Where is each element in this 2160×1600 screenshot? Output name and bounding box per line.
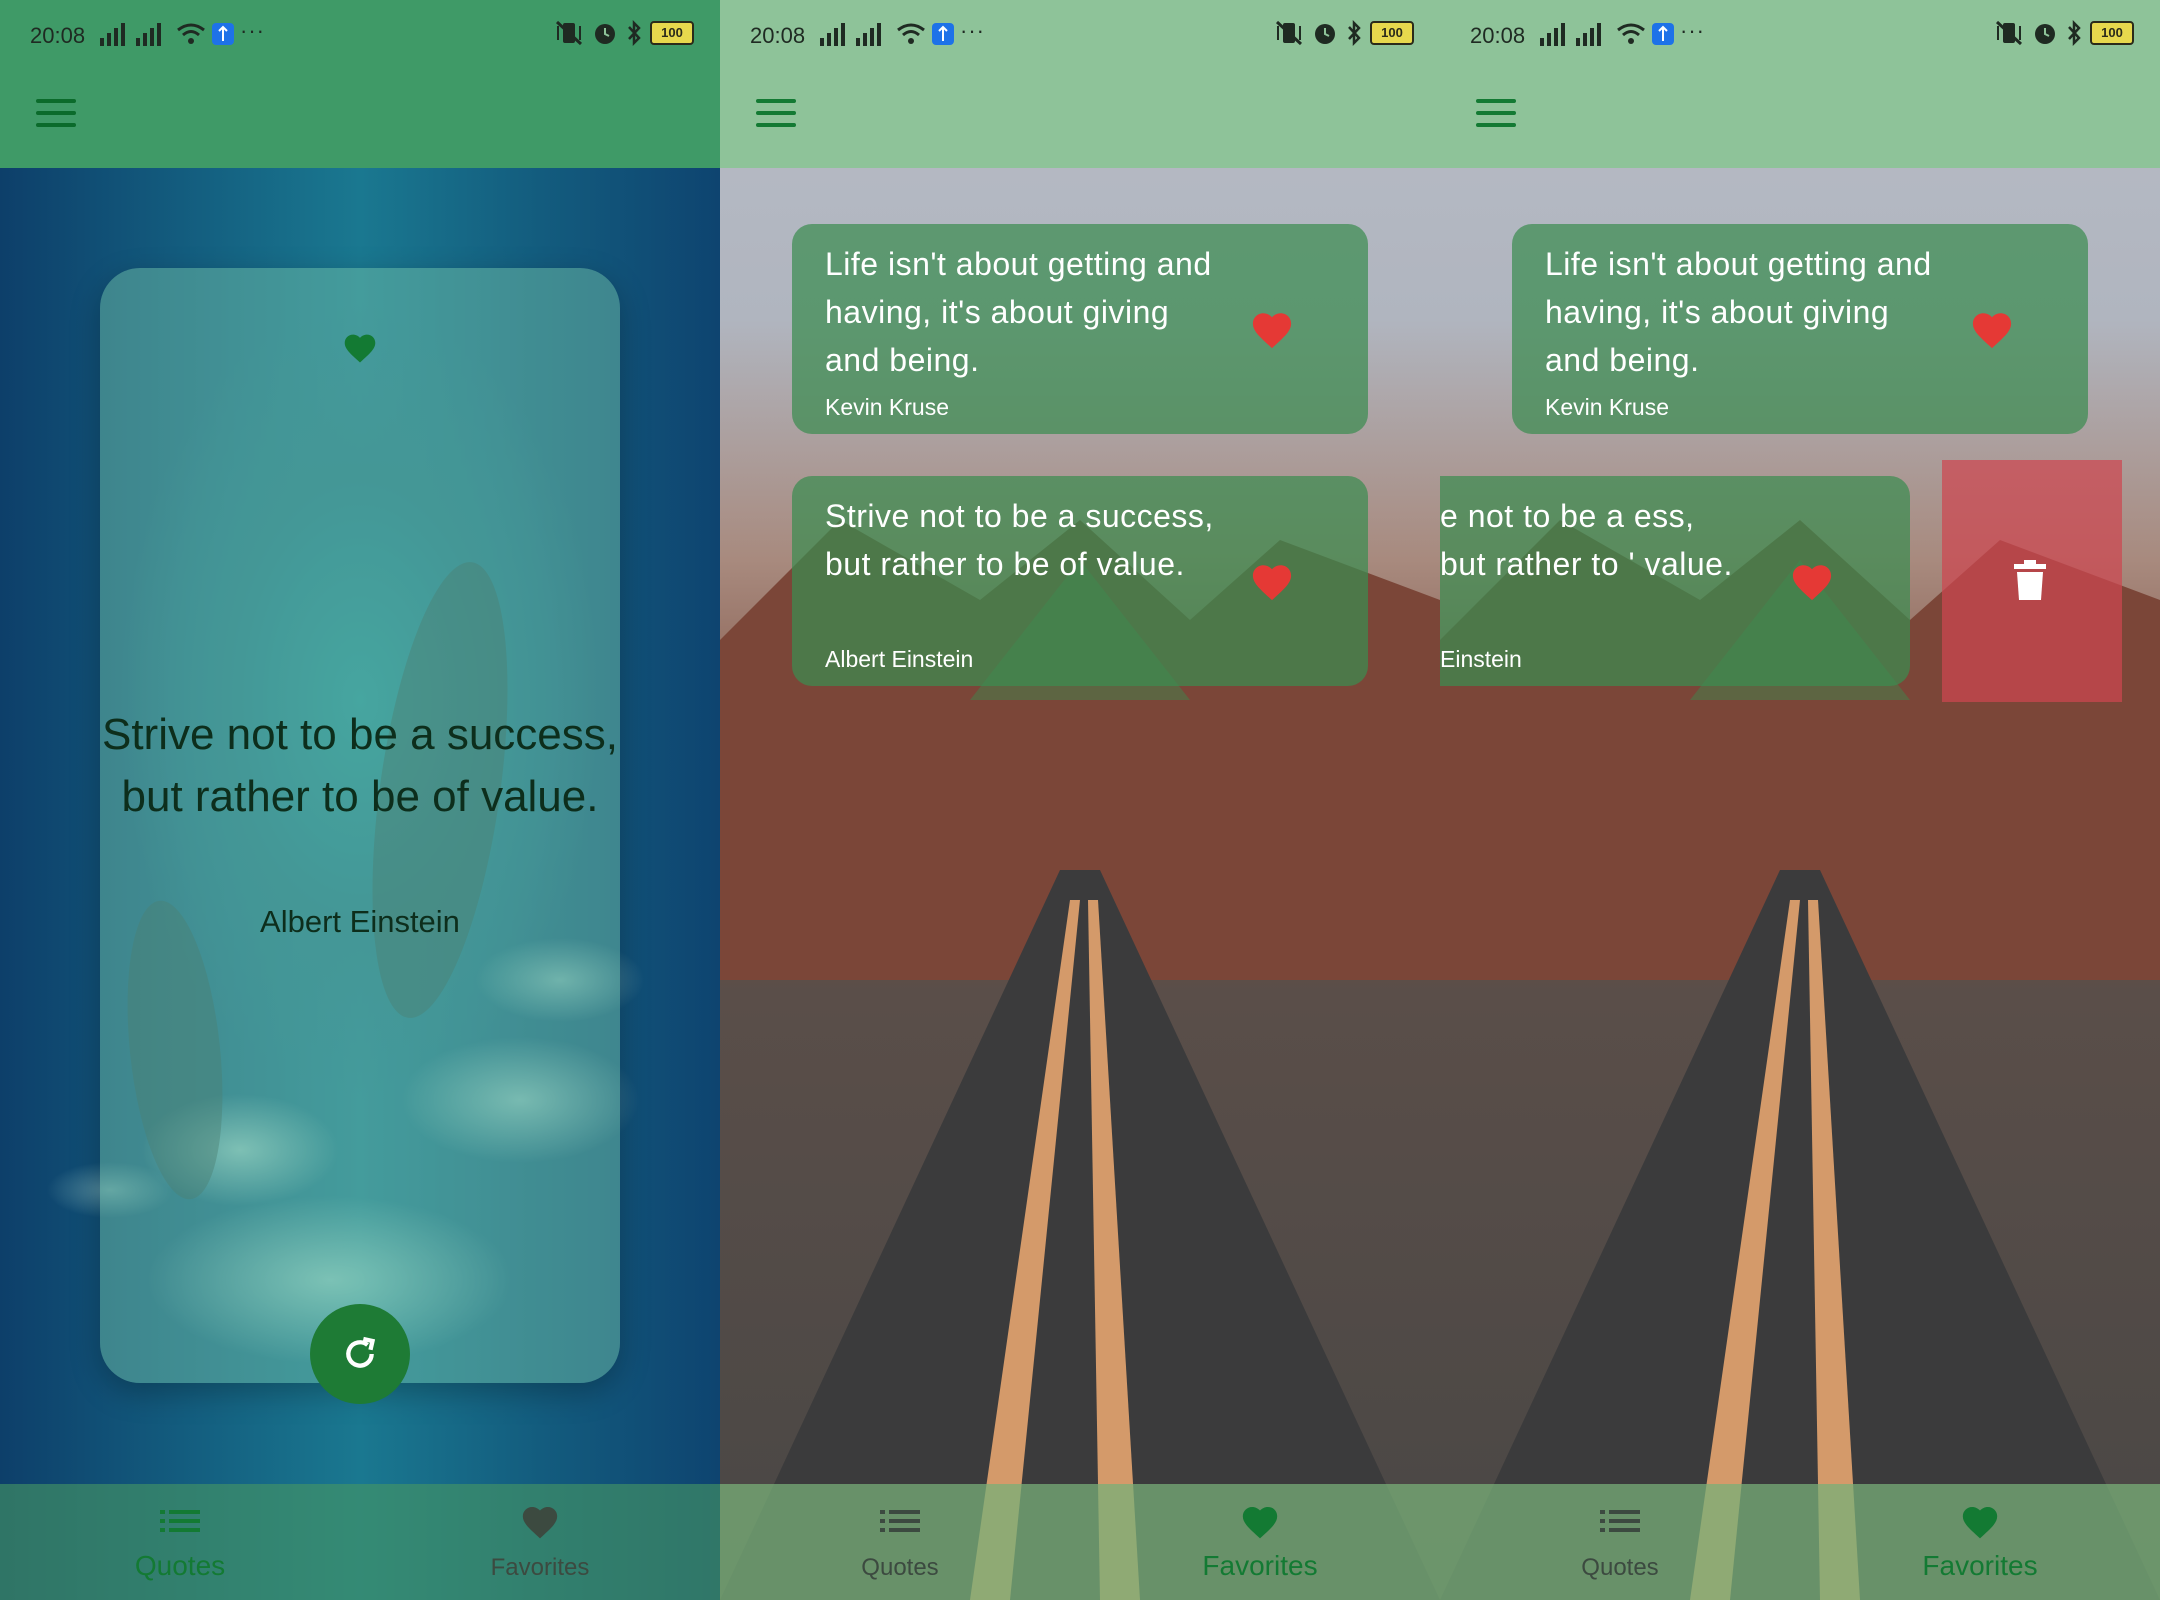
nav-favorites[interactable]: Favorites: [360, 1484, 720, 1600]
more-indicator: ···: [240, 18, 265, 43]
vibrate-off-icon: [1995, 20, 2023, 46]
bottom-navigation: Quotes Favorites: [1440, 1484, 2160, 1600]
notification-icon: [212, 23, 234, 45]
favorite-quote-author: Albert Einstein: [825, 646, 974, 672]
favorite-quote-author: Einstein: [1440, 646, 1522, 672]
favorite-quote-text: Life isn't about getting and having, it'…: [1545, 246, 1932, 378]
swipe-delete-background[interactable]: [1942, 460, 2122, 702]
nav-favorites[interactable]: Favorites: [1800, 1484, 2160, 1600]
favorite-card[interactable]: Life isn't about getting and having, it'…: [792, 224, 1368, 434]
status-bar: 20:08 ··· 100: [0, 0, 720, 72]
nav-quotes-label: Quotes: [1581, 1554, 1659, 1581]
favorite-quote-author: Kevin Kruse: [1545, 394, 1670, 420]
alarm-icon: [595, 24, 615, 44]
battery-icon: 100: [2090, 21, 2134, 45]
heart-icon: [1962, 1506, 1998, 1539]
battery-icon: 100: [650, 21, 694, 45]
battery-icon: 100: [1370, 21, 1414, 45]
status-bar: 20:08 ··· 100: [720, 0, 1440, 72]
signal-icon: [1540, 23, 1601, 46]
wifi-icon: [1617, 23, 1645, 44]
wifi-icon: [897, 23, 925, 44]
quote-text: Strive not to be a success, but rather t…: [101, 710, 619, 821]
favorite-quote-text: Strive not to be a success, but rather t…: [825, 498, 1214, 582]
notification-icon: [1652, 23, 1674, 45]
status-icons-right: 100: [1994, 20, 2134, 46]
favorite-heart-icon[interactable]: [342, 332, 378, 364]
menu-icon[interactable]: [756, 99, 796, 127]
nav-quotes-label: Quotes: [134, 1550, 226, 1581]
status-time: 20:08: [30, 23, 86, 48]
notification-icon: [932, 23, 954, 45]
more-indicator: ···: [1680, 18, 1705, 43]
bluetooth-icon: [2068, 20, 2081, 46]
list-icon: [880, 1510, 920, 1532]
screenshot-collage: 20:08 ··· 100 Strive not to be a success…: [0, 0, 2160, 1600]
nav-favorites-label: Favorites: [1202, 1550, 1318, 1581]
nav-favorites-label: Favorites: [1922, 1550, 2038, 1581]
nav-quotes-label: Quotes: [861, 1554, 939, 1581]
status-time: 20:08: [750, 23, 806, 48]
status-icons-right: 100: [554, 20, 694, 46]
swiped-card-viewport: e not to be a ess, but rather to ' value…: [1440, 476, 1910, 686]
heart-icon: [1242, 1506, 1278, 1539]
favorite-card[interactable]: Life isn't about getting and having, it'…: [1512, 224, 2088, 434]
refresh-button[interactable]: [310, 1304, 410, 1404]
status-time: 20:08: [1470, 23, 1526, 48]
more-indicator: ···: [960, 18, 985, 43]
favorites-swipe-delete-screen: 20:08 ··· 100 Life isn't about getting a…: [1440, 0, 2160, 1600]
app-bar: 20:08 ··· 100: [720, 0, 1440, 168]
app-bar: 20:08 ··· 100: [0, 0, 720, 168]
favorite-quote-text: e not to be a ess, but rather to ' value…: [1440, 498, 1733, 582]
status-icons-right: 100: [1274, 20, 1414, 46]
favorite-quote-author: Kevin Kruse: [825, 394, 950, 420]
quote-author: Albert Einstein: [260, 904, 460, 939]
favorite-heart-icon[interactable]: [1790, 562, 1834, 602]
favorite-heart-icon[interactable]: [1970, 310, 2014, 350]
nav-quotes[interactable]: Quotes: [720, 1484, 1080, 1600]
bluetooth-icon: [628, 20, 641, 46]
bottom-navigation: Quotes Favorites: [0, 1484, 720, 1600]
nav-favorites-label: Favorites: [490, 1554, 590, 1581]
vibrate-off-icon: [1275, 20, 1303, 46]
list-icon: [160, 1510, 200, 1532]
favorite-heart-icon[interactable]: [1250, 310, 1294, 350]
trash-icon: [2014, 560, 2046, 600]
favorite-quote-text: Life isn't about getting and having, it'…: [825, 246, 1212, 378]
vibrate-off-icon: [555, 20, 583, 46]
nav-quotes[interactable]: Quotes: [0, 1484, 360, 1600]
alarm-icon: [1315, 24, 1335, 44]
alarm-icon: [2035, 24, 2055, 44]
bluetooth-icon: [1348, 20, 1361, 46]
bottom-navigation: Quotes Favorites: [720, 1484, 1440, 1600]
signal-icon: [820, 23, 881, 46]
quotes-screen: 20:08 ··· 100 Strive not to be a success…: [0, 0, 720, 1600]
favorite-heart-icon[interactable]: [1250, 562, 1294, 602]
menu-icon[interactable]: [36, 99, 76, 127]
app-bar: 20:08 ··· 100: [1440, 0, 2160, 168]
favorites-screen: 20:08 ··· 100 Life isn't about getting a…: [720, 0, 1440, 1600]
wifi-icon: [177, 23, 205, 44]
menu-icon[interactable]: [1476, 99, 1516, 127]
signal-icon: [100, 23, 161, 46]
nav-favorites[interactable]: Favorites: [1080, 1484, 1440, 1600]
nav-quotes[interactable]: Quotes: [1440, 1484, 1800, 1600]
swiped-favorite-card[interactable]: e not to be a ess, but rather to ' value…: [1440, 476, 1910, 686]
status-bar: 20:08 ··· 100: [1440, 0, 2160, 72]
list-icon: [1600, 1510, 1640, 1532]
heart-icon: [522, 1506, 558, 1539]
favorite-card[interactable]: Strive not to be a success, but rather t…: [792, 476, 1368, 686]
refresh-icon: [346, 1336, 376, 1368]
